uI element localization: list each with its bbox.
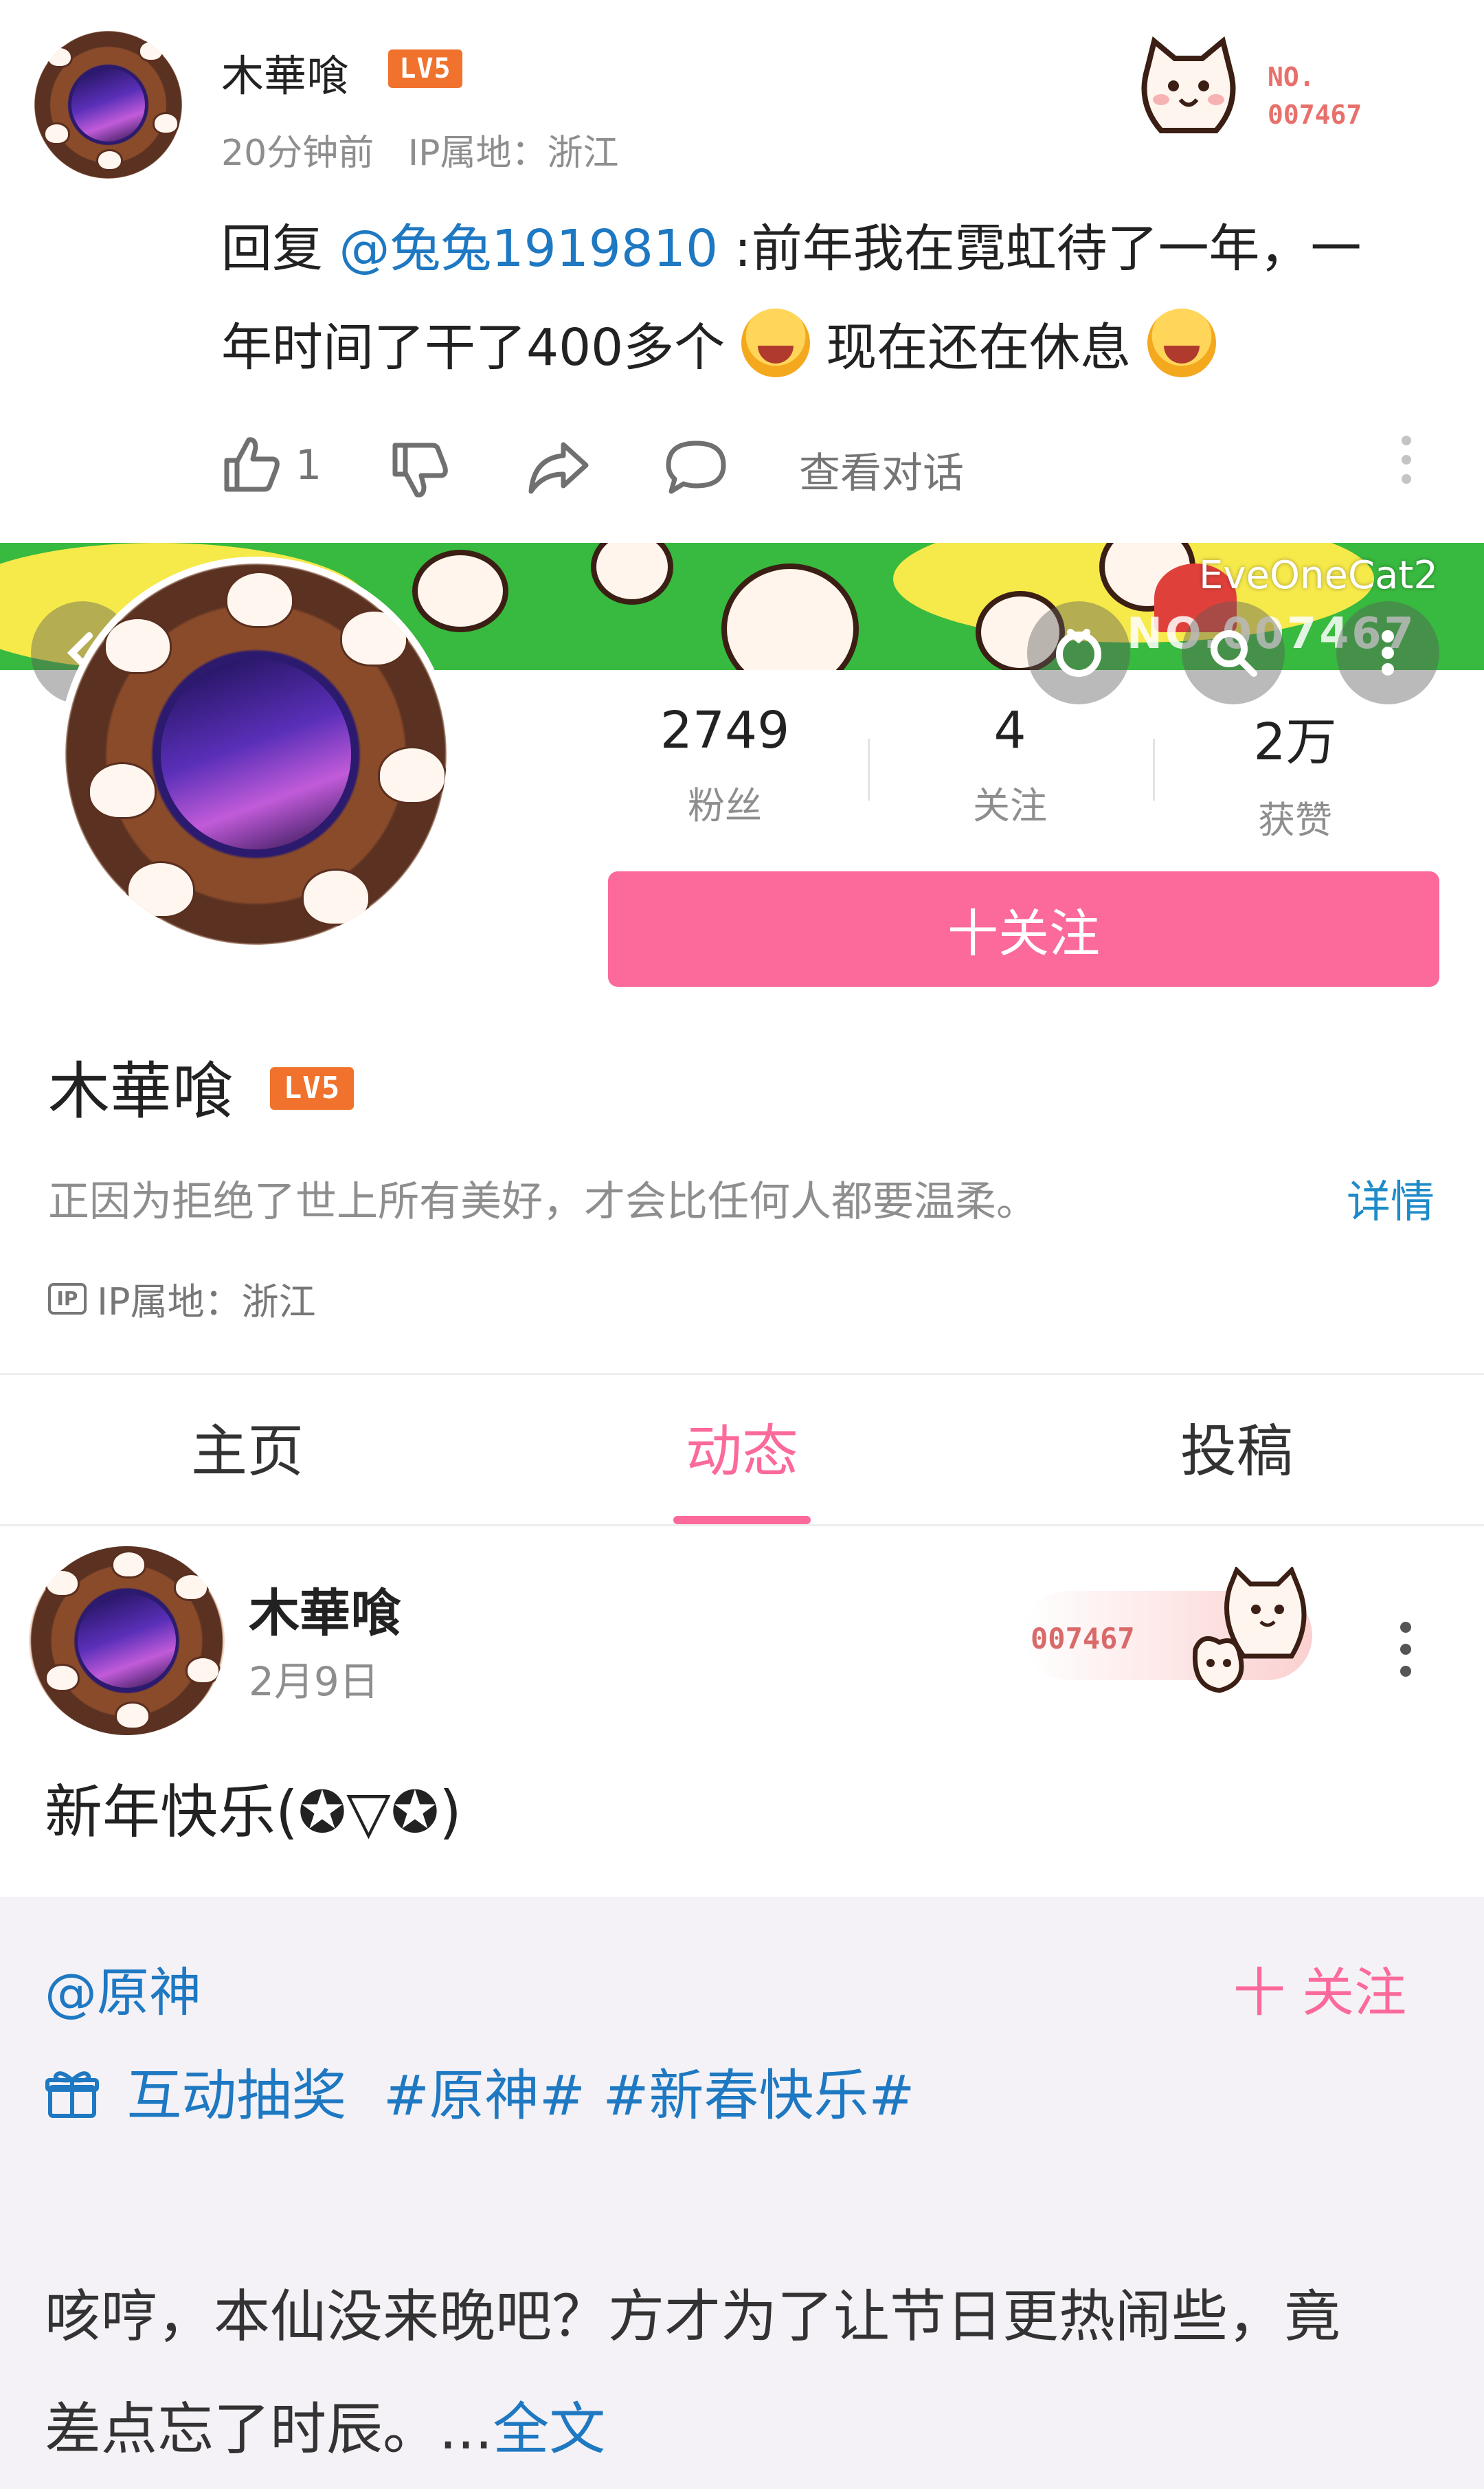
ip-text: IP属地：浙江 xyxy=(97,1280,316,1324)
stat-following[interactable]: 4 关注 xyxy=(897,701,1123,829)
repost-author[interactable]: @原神 xyxy=(45,1950,201,2026)
stat-fans-value: 2749 xyxy=(660,701,790,760)
post-username[interactable]: 木華喰 xyxy=(249,1572,401,1646)
profile-name: 木華喰 xyxy=(48,1056,234,1128)
profile-more-button[interactable] xyxy=(1336,601,1439,704)
tab-home[interactable]: 主页 xyxy=(110,1405,385,1487)
lottery-label[interactable]: 互动抽奖 xyxy=(126,2064,346,2128)
stat-fans[interactable]: 2749 粉丝 xyxy=(611,701,838,829)
level-badge: LV5 xyxy=(388,49,462,88)
dislike-button[interactable] xyxy=(388,440,450,512)
comment-username[interactable]: 木華喰 xyxy=(221,41,349,103)
share-button[interactable] xyxy=(526,436,591,509)
stat-fans-label: 粉丝 xyxy=(688,784,762,827)
ip-icon: IP xyxy=(48,1282,87,1315)
tv-icon xyxy=(1056,629,1101,677)
tv-button[interactable] xyxy=(1027,601,1130,704)
tabs-divider xyxy=(0,1524,1484,1526)
post-more-icon[interactable] xyxy=(1400,1622,1414,1677)
banner-watermark: EveOneCat2 xyxy=(1199,553,1439,598)
post-fan-badge-number: 007467 xyxy=(1031,1622,1135,1655)
comment-text-line2b: 现在还在休息 xyxy=(809,318,1147,377)
share-arrow-icon xyxy=(528,442,589,494)
ip-location: IP IP属地：浙江 xyxy=(48,1271,316,1324)
repost-text-line2: 差点忘了时辰。... xyxy=(45,2397,493,2462)
stat-following-value: 4 xyxy=(993,701,1026,760)
active-tab-indicator xyxy=(673,1516,811,1524)
stat-divider xyxy=(868,739,870,801)
cat-mascot-icon xyxy=(1141,36,1236,133)
profile-tabs: 主页 动态 投稿 xyxy=(0,1405,1484,1508)
stat-likes-value: 2万 xyxy=(1253,713,1337,772)
tab-submissions[interactable]: 投稿 xyxy=(1099,1405,1374,1487)
repost-text: 咳哼，本仙没来晚吧？方才为了让节日更热闹些，竟 差点忘了时辰。...全文 xyxy=(45,2261,1460,2486)
profile-bio: 正因为拒绝了世上所有美好，才会比任何人都要温柔。 xyxy=(48,1178,1037,1226)
stat-divider xyxy=(1153,739,1155,801)
post-fan-badge[interactable]: 007467 xyxy=(1024,1567,1333,1704)
repost-tags-row: 互动抽奖 #原神# #新春快乐# xyxy=(45,2051,914,2131)
stat-following-label: 关注 xyxy=(973,784,1047,827)
repost-follow-button[interactable]: 十 关注 xyxy=(1233,1950,1406,2026)
profile-level-badge: LV5 xyxy=(270,1067,354,1110)
cat-mascot-icon xyxy=(1192,1567,1307,1693)
post-date: 2月9日 xyxy=(249,1658,379,1705)
mention-link[interactable]: @兔兔1919810 xyxy=(339,219,719,278)
comment-avatar[interactable] xyxy=(34,31,182,179)
comment-actions: 1 查看对话 xyxy=(220,426,1457,509)
thumbs-down-icon xyxy=(392,443,448,498)
thumbs-up-icon xyxy=(224,437,280,492)
laugh-cry-emoji-icon xyxy=(741,309,810,377)
post-content: 新年快乐(✪▽✪) xyxy=(45,1778,462,1846)
laugh-cry-emoji-icon xyxy=(1147,309,1216,377)
comment-bubble-icon xyxy=(666,440,726,494)
stat-likes-label: 获赞 xyxy=(1258,799,1332,842)
like-count: 1 xyxy=(295,441,322,489)
comment-text: 回复 @兔兔1919810 :前年我在霓虹待了一年，一 年时间了干了400多个 … xyxy=(221,199,1444,397)
repost-tags[interactable]: #原神# #新春快乐# xyxy=(383,2064,915,2128)
view-conversation-link[interactable]: 查看对话 xyxy=(799,440,964,500)
more-vertical-icon xyxy=(1382,630,1394,676)
comment-meta: 20分钟前 IP属地：浙江 xyxy=(221,133,619,174)
fan-badge[interactable]: NO. 007467 xyxy=(1127,27,1402,151)
search-button[interactable] xyxy=(1182,601,1285,704)
fan-badge-label: NO. xyxy=(1268,62,1315,92)
full-text-link[interactable]: 全文 xyxy=(493,2397,605,2462)
more-options-icon[interactable] xyxy=(1402,436,1415,484)
search-icon xyxy=(1211,630,1257,677)
gift-icon[interactable] xyxy=(45,2066,100,2121)
fan-badge-number: 007467 xyxy=(1268,100,1362,130)
reply-button[interactable] xyxy=(663,436,728,509)
bio-details-link[interactable]: 详情 xyxy=(1347,1167,1435,1230)
tab-dynamics[interactable]: 动态 xyxy=(605,1405,879,1487)
profile-stats: 2749 粉丝 4 关注 2万 获赞 xyxy=(611,701,1436,852)
comment-text-line1: :前年我在霓虹待了一年，一 xyxy=(718,219,1362,278)
like-button[interactable] xyxy=(220,433,282,505)
profile-avatar[interactable] xyxy=(58,557,453,952)
reply-prefix: 回复 xyxy=(221,219,339,278)
repost-text-line1: 咳哼，本仙没来晚吧？方才为了让节日更热闹些，竟 xyxy=(45,2284,1341,2350)
comment-text-line2a: 年时间了干了400多个 xyxy=(221,318,741,377)
post-avatar[interactable] xyxy=(29,1546,225,1735)
section-divider xyxy=(0,1373,1484,1375)
follow-button[interactable]: 十关注 xyxy=(608,871,1439,987)
stat-likes[interactable]: 2万 获赞 xyxy=(1182,701,1408,844)
